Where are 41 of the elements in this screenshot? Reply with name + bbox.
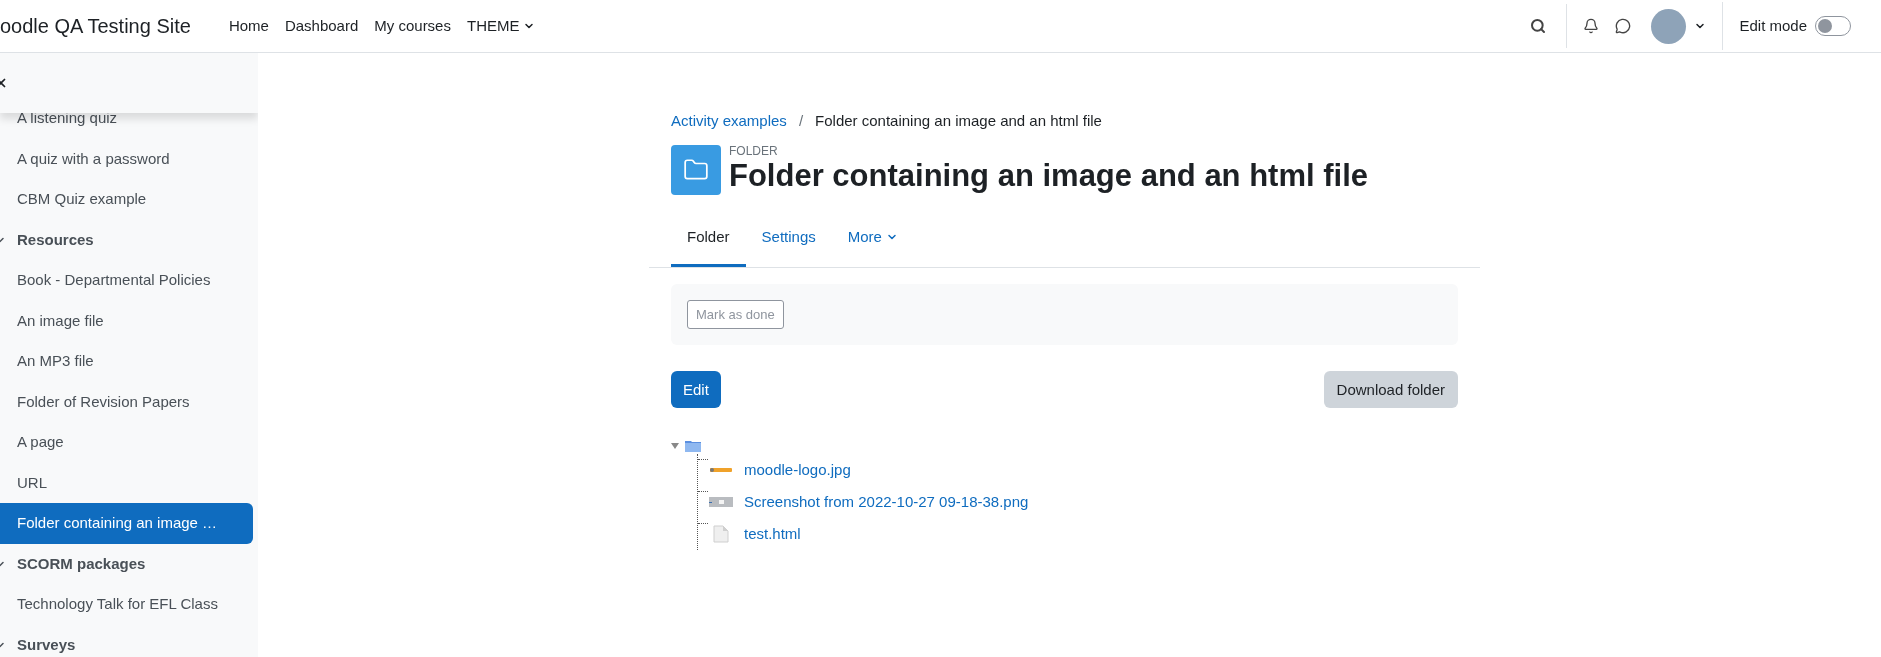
sidebar-item[interactable]: A quiz with a password (0, 138, 253, 179)
sidebar-item[interactable]: An image file (0, 300, 253, 341)
sidebar-item[interactable]: A page (0, 422, 253, 463)
file-icon (713, 525, 729, 544)
section-header[interactable]: Surveys (0, 624, 253, 657)
user-avatar[interactable] (1651, 8, 1687, 44)
nav-link[interactable]: Dashboard (278, 14, 365, 38)
section-header[interactable]: Resources (0, 219, 253, 260)
edit-mode-toggle[interactable] (1815, 16, 1851, 36)
breadcrumb-link[interactable]: Activity examples (671, 110, 787, 133)
sidebar-item[interactable]: Book - Departmental Policies (0, 260, 253, 301)
sidebar-item[interactable]: Folder containing an image … (0, 503, 253, 544)
tab[interactable]: Settings (745, 209, 832, 268)
search-icon[interactable] (1530, 18, 1547, 34)
sidebar-item[interactable]: URL (0, 462, 253, 503)
page-title: Folder containing an image and an html file (729, 156, 1368, 195)
download-folder-button[interactable]: Download folder (1323, 371, 1458, 409)
nav-link[interactable]: My courses (368, 14, 457, 38)
tab[interactable]: Folder (671, 209, 746, 268)
file-link[interactable]: test.html (744, 523, 801, 546)
section-header[interactable]: SCORM packages (0, 543, 253, 584)
sidebar-item[interactable]: Technology Talk for EFL Class (0, 584, 253, 625)
breadcrumb-separator: / (798, 111, 804, 131)
expand-triangle-icon[interactable] (671, 443, 679, 450)
nav-link[interactable]: Home (222, 14, 275, 38)
breadcrumb-current: Folder containing an image and an html file (815, 111, 1102, 131)
folder-icon (685, 440, 701, 453)
site-name[interactable]: oodle QA Testing Site (0, 11, 191, 41)
nav-link[interactable]: THEME (460, 14, 542, 38)
sidebar-item[interactable]: An MP3 file (0, 341, 253, 382)
file-link[interactable]: moodle-logo.jpg (744, 459, 851, 482)
edit-mode-label: Edit mode (1739, 15, 1807, 36)
messages-icon[interactable] (1615, 18, 1632, 34)
edit-button[interactable]: Edit (671, 371, 721, 409)
tab[interactable]: More (831, 209, 914, 268)
sidebar-item[interactable]: Folder of Revision Papers (0, 381, 253, 422)
file-link[interactable]: Screenshot from 2022-10-27 09-18-38.png (744, 491, 1029, 514)
folder-icon (671, 144, 721, 195)
activity-type: FOLDER (729, 144, 779, 157)
notifications-icon[interactable] (1583, 18, 1600, 34)
sidebar-item[interactable]: CBM Quiz example (0, 179, 253, 220)
